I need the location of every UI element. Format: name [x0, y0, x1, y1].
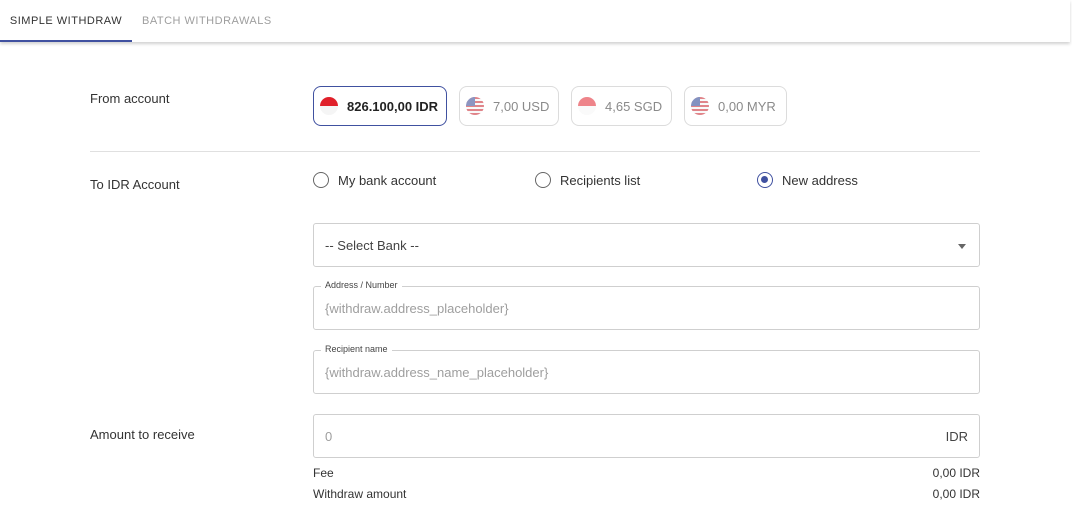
radio-button-icon — [535, 172, 551, 188]
from-account-label: From account — [90, 91, 170, 106]
amount-value: 0 — [325, 429, 333, 444]
indonesia-flag-icon — [320, 97, 338, 115]
withdraw-amount-label: Withdraw amount — [313, 487, 407, 501]
recipient-name-field[interactable]: Recipient name {withdraw.address_name_pl… — [313, 344, 980, 394]
radio-new-address[interactable]: New address — [757, 172, 858, 188]
amount-currency: IDR — [945, 429, 968, 444]
account-amount: 4,65 SGD — [605, 98, 663, 114]
radio-label: Recipients list — [560, 172, 641, 188]
section-divider — [90, 151, 980, 152]
chevron-down-icon[interactable] — [958, 244, 966, 249]
fee-row: Fee 0,00 IDR — [313, 466, 980, 480]
fee-label: Fee — [313, 466, 334, 480]
amount-to-receive-label: Amount to receive — [90, 427, 195, 442]
withdraw-amount-value: 0,00 IDR — [932, 487, 980, 501]
account-chip-usd[interactable]: 7,00 USD — [459, 86, 559, 126]
account-amount: 7,00 USD — [493, 98, 550, 114]
account-chip-sgd[interactable]: 4,65 SGD — [571, 86, 672, 126]
singapore-flag-icon — [578, 97, 596, 115]
radio-label: New address — [782, 172, 858, 188]
amount-input[interactable]: 0 IDR — [313, 414, 980, 458]
withdraw-amount-row: Withdraw amount 0,00 IDR — [313, 487, 980, 501]
account-amount: 826.100,00 IDR — [347, 98, 439, 114]
bank-select[interactable]: -- Select Bank -- — [313, 223, 980, 267]
address-number-legend: Address / Number — [321, 280, 402, 290]
radio-button-checked-icon — [757, 172, 773, 188]
radio-my-bank-account[interactable]: My bank account — [313, 172, 436, 188]
usa-flag-icon — [466, 97, 484, 115]
fee-value: 0,00 IDR — [932, 466, 980, 480]
bank-select-value: -- Select Bank -- — [325, 238, 419, 253]
radio-button-icon — [313, 172, 329, 188]
address-number-field[interactable]: Address / Number {withdraw.address_place… — [313, 280, 980, 330]
radio-recipients-list[interactable]: Recipients list — [535, 172, 640, 188]
tab-simple-withdraw[interactable]: Simple Withdraw — [0, 0, 132, 42]
malaysia-flag-icon — [691, 97, 709, 115]
tab-bar: Simple Withdraw Batch Withdrawals — [0, 0, 1070, 42]
to-account-label: To IDR Account — [90, 177, 180, 192]
account-chip-myr[interactable]: 0,00 MYR — [684, 86, 787, 126]
address-number-placeholder: {withdraw.address_placeholder} — [325, 301, 509, 316]
recipient-name-placeholder: {withdraw.address_name_placeholder} — [325, 365, 549, 380]
account-chip-idr[interactable]: 826.100,00 IDR — [313, 86, 447, 126]
account-amount: 0,00 MYR — [718, 98, 776, 114]
radio-label: My bank account — [338, 172, 437, 188]
tab-batch-withdrawals[interactable]: Batch Withdrawals — [142, 0, 272, 42]
recipient-name-legend: Recipient name — [321, 344, 392, 354]
